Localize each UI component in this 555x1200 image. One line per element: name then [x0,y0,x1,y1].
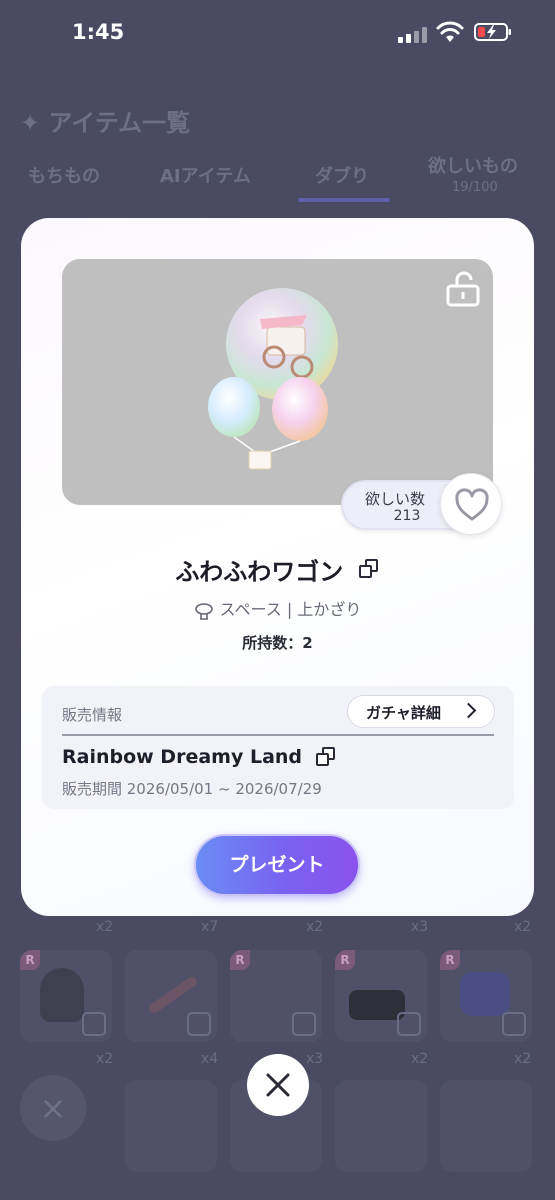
lock-icon [82,1012,106,1036]
wish-heart-button[interactable] [440,473,502,535]
rarity-badge: R [440,950,460,970]
tab-ai-items[interactable]: AIアイテム [160,162,251,188]
status-time: 1:45 [72,20,125,44]
chevron-right-icon [460,702,477,719]
wish-label: 欲しい数 [365,490,426,508]
tab-duplicates[interactable]: ダブり [315,162,369,188]
item-count: x2 [514,919,532,935]
wifi-icon [436,21,464,42]
rarity-badge: R [20,950,40,970]
item-count: x2 [411,1051,429,1067]
item-category-row: スペース | 上かざり [21,596,534,621]
item-cell[interactable]: R [20,950,112,1042]
lock-icon [397,1012,421,1036]
divider [62,734,494,736]
tab-wishlist[interactable]: 欲しいもの [428,152,518,178]
item-detail-modal: 欲しい数 213 ふわふわワゴン スペース | 上かざり 所持数：2 販売情報 … [21,218,534,916]
item-count: x3 [411,919,429,935]
cellular-signal-icon [398,27,430,43]
status-bar: 1:45 [0,0,555,70]
item-count: x2 [306,919,324,935]
item-count: x3 [306,1051,324,1067]
sale-period: 販売期間 2026/05/01 ~ 2026/07/29 [62,780,322,798]
heels-item-image [460,972,510,1016]
owned-count: 所持数：2 [242,634,313,652]
copy-icon[interactable] [358,558,380,581]
rarity-badge: R [335,950,355,970]
lock-icon [502,1012,526,1036]
wishlist-count: 19/100 [452,180,498,195]
item-count: x2 [514,1051,532,1067]
item-category: スペース | 上かざり [219,600,362,619]
tab-indicator [298,198,390,202]
item-cell[interactable] [440,1080,532,1172]
item-count: x2 [96,1051,114,1067]
item-cell[interactable] [125,950,217,1042]
item-name-row: ふわふわワゴン [21,552,534,587]
tab-bar: もちもの AIアイテム ダブり 欲しいもの 19/100 [0,140,555,210]
item-cell[interactable] [335,1080,427,1172]
gacha-name-row: Rainbow Dreamy Land [62,746,337,769]
item-count: x2 [96,919,114,935]
battery-charging-icon [474,23,511,41]
background-close-button: × [20,1075,86,1141]
wagon-balloon-image [208,288,338,470]
item-name: ふわふわワゴン [175,558,344,586]
wish-count: 213 [393,508,421,524]
rarity-badge: R [230,950,250,970]
item-image-area [62,259,493,505]
item-cell[interactable] [125,1080,217,1172]
hair-item-image [40,968,84,1022]
item-count: x7 [201,919,219,935]
knife-item-image [147,974,199,1016]
copy-icon[interactable] [315,746,337,769]
present-button-label: プレゼント [229,854,325,876]
item-cell[interactable]: R [230,950,322,1042]
gacha-details-label: ガチャ詳細 [366,704,441,722]
unlock-icon [446,271,480,307]
item-count: x4 [201,1051,219,1067]
close-icon: × [39,1089,67,1127]
page-title: ✦ アイテム一覧 [20,109,191,137]
close-icon [266,1073,290,1097]
gacha-name: Rainbow Dreamy Land [62,746,303,768]
sale-info-label: 販売情報 [62,706,123,724]
heart-icon [455,488,489,521]
close-modal-button[interactable] [247,1054,309,1116]
lock-icon [187,1012,211,1036]
sale-info-card: 販売情報 ガチャ詳細 Rainbow Dreamy Land 販売期間 2026… [42,686,514,809]
item-cell[interactable]: R [440,950,532,1042]
item-cell[interactable]: R [335,950,427,1042]
tab-mochimono[interactable]: もちもの [28,162,100,188]
present-button[interactable]: プレゼント [194,834,360,896]
lock-icon [292,1012,316,1036]
space-category-icon [194,602,213,620]
gacha-details-button[interactable]: ガチャ詳細 [347,695,495,728]
